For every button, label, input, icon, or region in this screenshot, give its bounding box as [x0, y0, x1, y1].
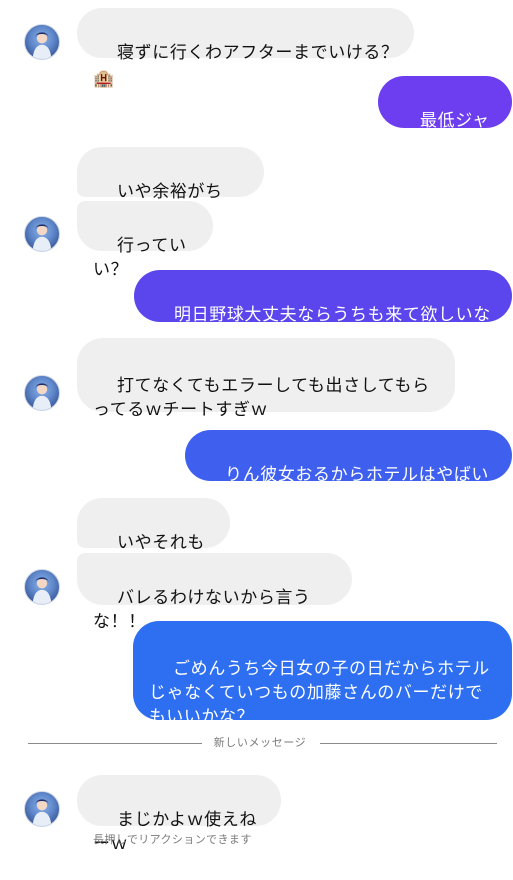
divider-line-left	[28, 743, 202, 744]
new-messages-divider: 新しいメッセージ	[213, 736, 307, 749]
profile-avatar-icon	[32, 383, 52, 410]
message-bubble-incoming[interactable]: 行っていい？	[77, 201, 213, 280]
message-bubble-incoming[interactable]: 寝ずに行くわアフターまでいける？🏨	[77, 8, 414, 89]
avatar[interactable]	[24, 24, 60, 60]
avatar[interactable]	[24, 375, 60, 411]
message-bubble-outgoing[interactable]: りん彼女おるからホテルはやばいよ？	[185, 430, 512, 509]
reaction-hint: 長押しでリアクションできます	[93, 833, 252, 846]
message-bubble-incoming[interactable]: まじかよｗ使えねーｗ	[77, 775, 281, 854]
message-text: 最低ジャンｗ	[396, 111, 490, 155]
message-bubble-incoming[interactable]: バレるわけないから言うな！！	[77, 553, 352, 632]
message-bubble-outgoing[interactable]: 最低ジャンｗ	[378, 76, 512, 155]
message-bubble-incoming[interactable]: 打てなくてもエラーしても出さしてもらってるｗチートすぎｗ	[77, 338, 455, 420]
profile-avatar-icon	[32, 577, 52, 604]
message-bubble-outgoing[interactable]: ごめんうち今日女の子の日だからホテルじゃなくていつもの加藤さんのバーだけでもいい…	[133, 621, 512, 727]
avatar[interactable]	[24, 216, 60, 252]
hotel-emoji-icon: 🏨	[93, 69, 115, 89]
profile-avatar-icon	[32, 799, 52, 826]
message-text: 打てなくてもエラーしても出さしてもらってるｗチートすぎｗ	[93, 376, 430, 420]
avatar[interactable]	[24, 569, 60, 605]
profile-avatar-icon	[32, 32, 52, 59]
divider-line-right	[320, 743, 497, 744]
message-bubble-incoming[interactable]: いや余裕がちで！！	[77, 147, 264, 226]
avatar[interactable]	[24, 791, 60, 827]
message-text: ごめんうち今日女の子の日だからホテルじゃなくていつもの加藤さんのバーだけでもいい…	[149, 659, 490, 727]
message-bubble-incoming[interactable]: いやそれも余裕	[77, 498, 230, 577]
message-text: りん彼女おるからホテルはやばいよ？	[201, 465, 490, 509]
profile-avatar-icon	[32, 224, 52, 251]
chat-thread: 寝ずに行くわアフターまでいける？🏨 最低ジャンｗ いや余裕がちで！！ 行っていい…	[0, 0, 513, 854]
message-text: 寝ずに行くわアフターまでいける？	[117, 43, 399, 63]
message-bubble-outgoing[interactable]: 明日野球大丈夫ならうちも来て欲しいなー❤	[134, 270, 512, 349]
